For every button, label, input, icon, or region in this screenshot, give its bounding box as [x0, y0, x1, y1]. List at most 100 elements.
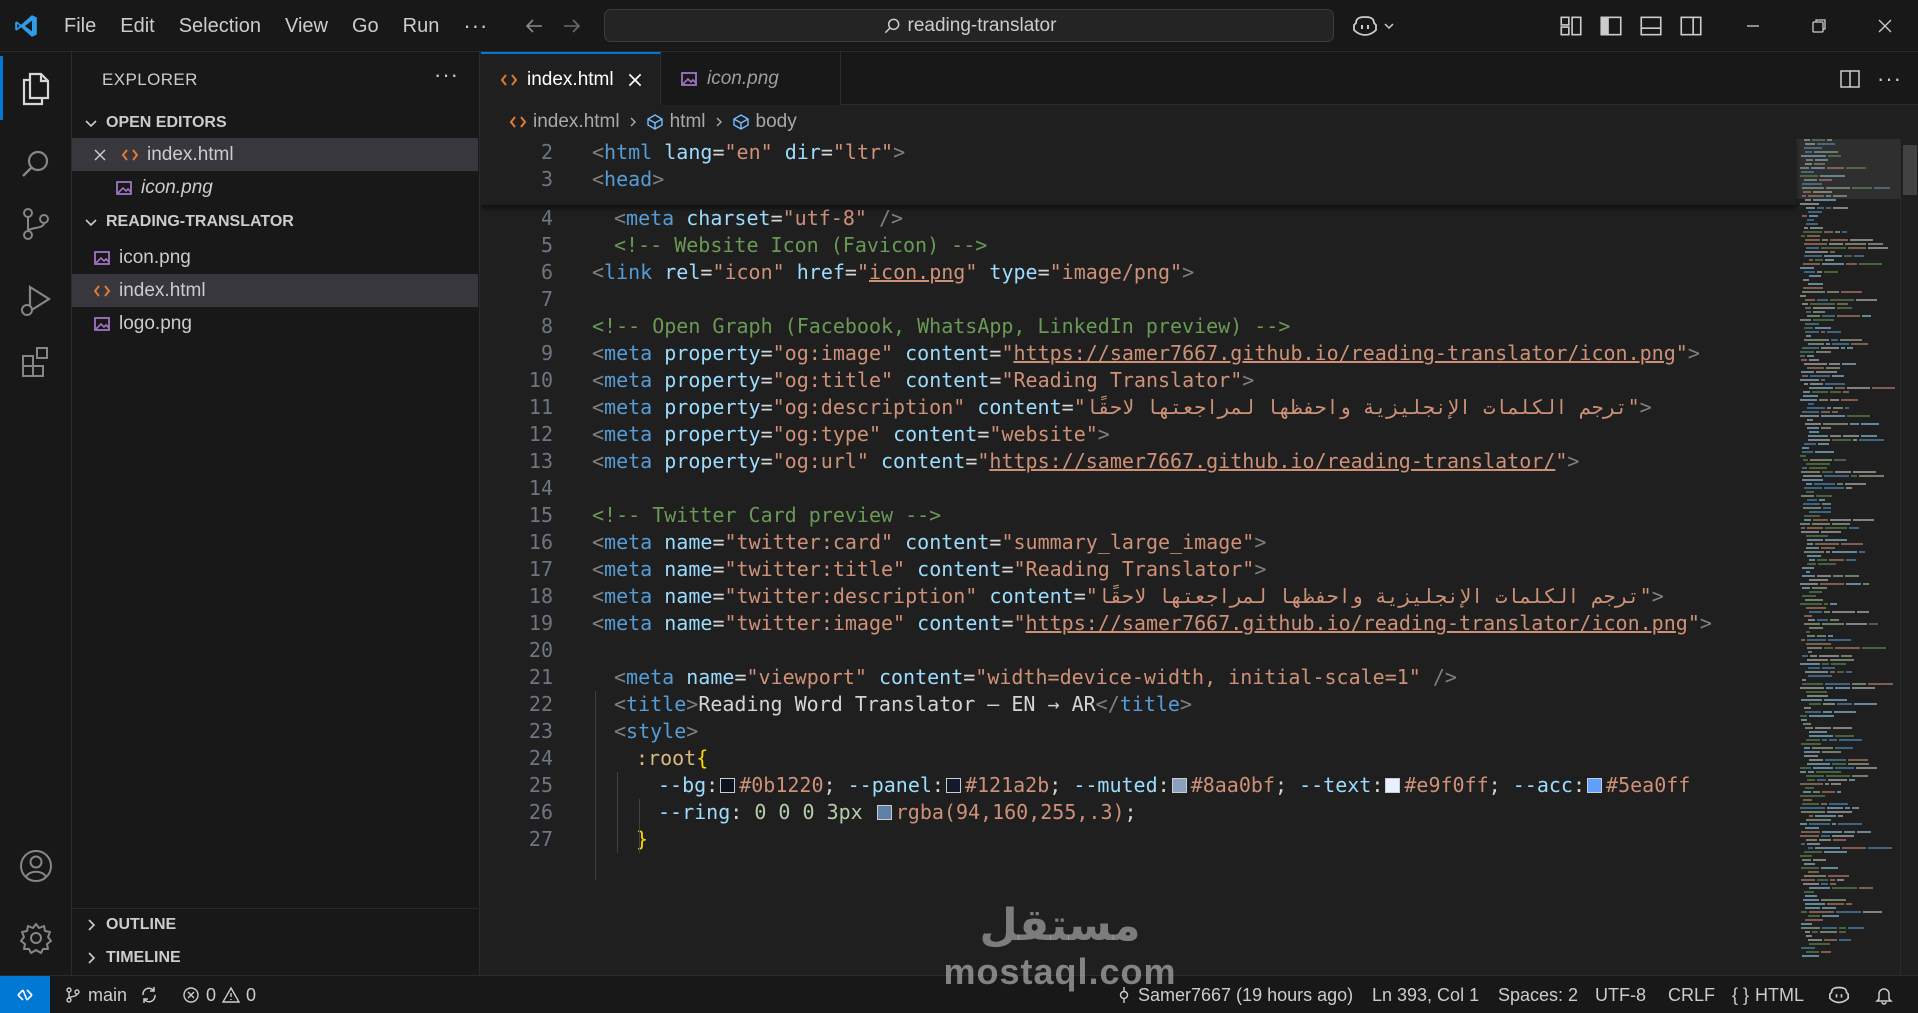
code-token: --text: [1299, 773, 1372, 797]
indentation-indicator[interactable]: Spaces: 2: [1498, 976, 1578, 1013]
menu-selection[interactable]: Selection: [167, 9, 273, 43]
menu-edit[interactable]: Edit: [108, 9, 166, 43]
code-line[interactable]: 9 <meta property="og:image" content="http…: [481, 340, 1796, 367]
code-line[interactable]: 16 <meta name="twitter:card" content="sum…: [481, 529, 1796, 556]
code-line[interactable]: 3 <head>: [481, 166, 1796, 193]
toggle-panel-icon[interactable]: [1638, 13, 1664, 39]
menu-run[interactable]: Run: [391, 9, 452, 43]
timeline-header[interactable]: TIMELINE: [72, 943, 478, 973]
code-line[interactable]: 13 <meta property="og:url" content="https…: [481, 448, 1796, 475]
code-line[interactable]: 12 <meta property="og:type" content="webs…: [481, 421, 1796, 448]
close-icon[interactable]: [626, 71, 644, 89]
minimize-button[interactable]: [1720, 0, 1786, 52]
toggle-secondary-sidebar-icon[interactable]: [1678, 13, 1704, 39]
split-editor-icon[interactable]: [1839, 68, 1861, 90]
account-icon[interactable]: [16, 846, 56, 886]
menu-go[interactable]: Go: [340, 9, 391, 43]
extensions-icon[interactable]: [16, 342, 56, 382]
search-icon[interactable]: [16, 144, 56, 184]
copilot-status[interactable]: [1828, 976, 1850, 1013]
code-line[interactable]: 15 <!-- Twitter Card preview -->: [481, 502, 1796, 529]
language-mode-indicator[interactable]: { } HTML: [1732, 976, 1804, 1013]
menu-view[interactable]: View: [273, 9, 340, 43]
file-label: index.html: [119, 279, 206, 301]
file-item-index-html[interactable]: index.html: [72, 274, 478, 307]
branch-indicator[interactable]: main: [64, 976, 159, 1013]
color-swatch[interactable]: [1385, 778, 1401, 793]
code-token: content: [977, 395, 1062, 419]
copilot-button[interactable]: [1352, 12, 1408, 40]
code-line[interactable]: 14: [481, 475, 1796, 502]
minimap-line: [1802, 467, 1807, 469]
minimap-line: [1847, 347, 1853, 349]
toggle-primary-sidebar-icon[interactable]: [1598, 13, 1624, 39]
encoding-indicator[interactable]: UTF-8: [1595, 976, 1646, 1013]
code-line[interactable]: 17 <meta name="twitter:title" content="Re…: [481, 556, 1796, 583]
code-line[interactable]: 4 <meta charset="utf-8" />: [481, 205, 1796, 232]
eol-indicator[interactable]: CRLF: [1668, 976, 1715, 1013]
vertical-scrollbar[interactable]: [1900, 139, 1918, 975]
code-line[interactable]: 11 <meta property="og:description" conten…: [481, 394, 1796, 421]
code-line[interactable]: 10 <meta property="og:title" content="Rea…: [481, 367, 1796, 394]
code-line[interactable]: 18 <meta name="twitter:description" conte…: [481, 583, 1796, 610]
git-blame-indicator[interactable]: Samer7667 (19 hours ago): [1116, 976, 1353, 1013]
tab-icon-png[interactable]: icon.png: [661, 52, 841, 105]
explorer-files-icon[interactable]: [16, 68, 56, 108]
breadcrumb-file[interactable]: index.html: [509, 111, 620, 133]
outline-header[interactable]: OUTLINE: [72, 910, 478, 940]
restore-button[interactable]: [1786, 0, 1852, 52]
color-swatch[interactable]: [1171, 778, 1187, 793]
minimap[interactable]: [1796, 139, 1900, 975]
source-control-icon[interactable]: [16, 204, 56, 244]
problems-indicator[interactable]: 0 0: [182, 976, 256, 1013]
vscode-logo-icon[interactable]: [13, 13, 39, 39]
tab-index-html[interactable]: index.html: [481, 52, 661, 105]
sync-icon[interactable]: [139, 985, 159, 1005]
code-line[interactable]: 7: [481, 286, 1796, 313]
code-line[interactable]: 2 <html lang="en" dir="ltr">: [481, 139, 1796, 166]
menu-file[interactable]: File: [52, 9, 108, 43]
color-swatch[interactable]: [1587, 778, 1603, 793]
code-line[interactable]: 8 <!-- Open Graph (Facebook, WhatsApp, Li…: [481, 313, 1796, 340]
file-item-icon-png[interactable]: icon.png: [72, 241, 478, 274]
code-line[interactable]: 24:root{: [481, 745, 1796, 772]
minimap-line: [1829, 803, 1848, 805]
code-line[interactable]: 26 --ring: 0 0 0 3px rgba(94,160,255,.3);: [481, 799, 1796, 826]
code-line[interactable]: 22 <title>Reading Word Translator — EN → …: [481, 691, 1796, 718]
breadcrumb-body[interactable]: body: [732, 111, 797, 133]
folder-header-reading-translator[interactable]: READING-TRANSLATOR: [72, 207, 478, 237]
explorer-more-actions-button[interactable]: ···: [434, 62, 459, 88]
remote-indicator-button[interactable]: [0, 976, 50, 1013]
code-line[interactable]: 21 <meta name="viewport" content="width=d…: [481, 664, 1796, 691]
code-line[interactable]: 6 <link rel="icon" href="icon.png" type="…: [481, 259, 1796, 286]
close-window-button[interactable]: [1852, 0, 1918, 52]
code-line[interactable]: 25 --bg: #0b1220; --panel: #121a2b; --muted…: [481, 772, 1796, 799]
more-actions-icon[interactable]: ···: [1877, 66, 1902, 92]
file-item-logo-png[interactable]: logo.png: [72, 307, 478, 340]
sticky-scroll-header[interactable]: 2 <html lang="en" dir="ltr"> 3 <head>: [481, 139, 1796, 205]
arrow-left-icon[interactable]: [522, 14, 546, 38]
minimap-line: [1801, 699, 1822, 701]
code-line[interactable]: 23 <style>: [481, 718, 1796, 745]
color-swatch[interactable]: [945, 778, 961, 793]
cursor-position[interactable]: Ln 393, Col 1: [1372, 976, 1479, 1013]
menu-more-button[interactable]: ···: [451, 13, 500, 39]
close-icon[interactable]: [92, 147, 108, 163]
color-swatch[interactable]: [720, 778, 736, 793]
run-debug-icon[interactable]: [16, 280, 56, 320]
open-editors-header[interactable]: OPEN EDITORS: [72, 108, 478, 138]
breadcrumb-html[interactable]: html: [646, 111, 706, 133]
minimap-viewport[interactable]: [1796, 139, 1900, 199]
code-editor[interactable]: 2 <html lang="en" dir="ltr"> 3 <head> 4 <met…: [481, 139, 1918, 975]
code-line[interactable]: 19 <meta name="twitter:image" content="ht…: [481, 610, 1796, 637]
code-line[interactable]: 5 <!-- Website Icon (Favicon) -->: [481, 232, 1796, 259]
command-center-search[interactable]: reading-translator: [604, 9, 1334, 42]
arrow-right-icon[interactable]: [560, 14, 584, 38]
customize-layout-icon[interactable]: [1558, 13, 1584, 39]
notifications-button[interactable]: [1874, 976, 1894, 1013]
scrollbar-thumb[interactable]: [1903, 145, 1917, 195]
gear-icon[interactable]: [16, 918, 56, 958]
color-swatch[interactable]: [876, 805, 892, 820]
code-line[interactable]: 27}: [481, 826, 1796, 853]
code-line[interactable]: 20: [481, 637, 1796, 664]
